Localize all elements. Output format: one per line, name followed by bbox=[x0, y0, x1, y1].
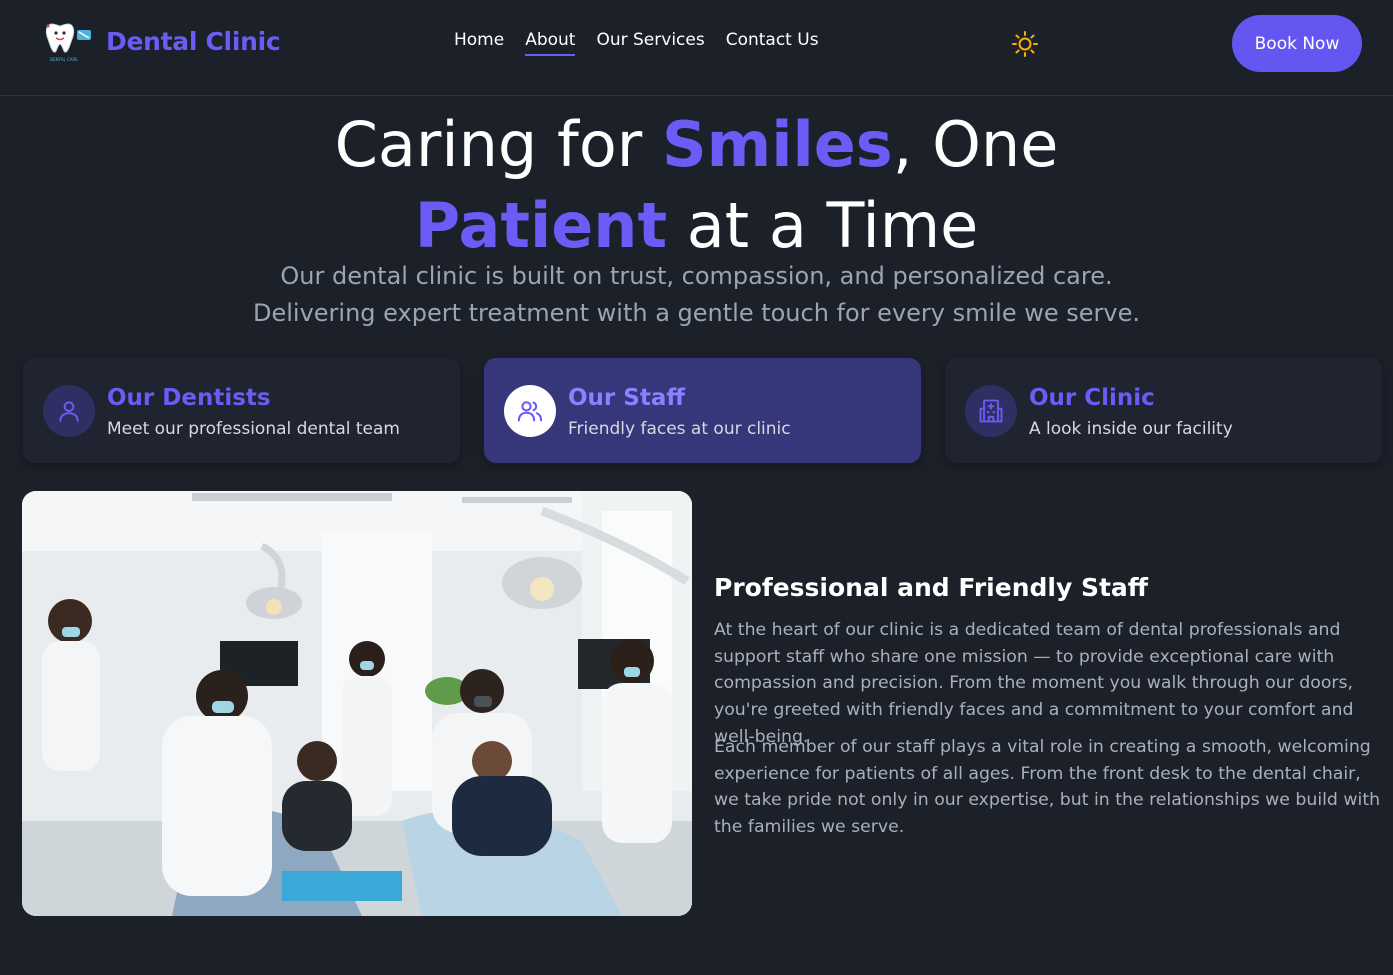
book-now-button[interactable]: Book Now bbox=[1232, 15, 1362, 72]
card-title: Our Clinic bbox=[1029, 385, 1155, 411]
card-our-dentists[interactable]: Our Dentists Meet our professional denta… bbox=[23, 358, 460, 463]
users-icon bbox=[504, 385, 556, 437]
card-desc: A look inside our facility bbox=[1029, 419, 1233, 439]
logo[interactable]: DENTAL CARE Dental Clinic bbox=[44, 20, 281, 62]
staff-photo bbox=[22, 491, 692, 916]
hero-highlight-patient: Patient bbox=[414, 189, 668, 262]
hero-title: Caring for Smiles, One Patient at a Time bbox=[334, 108, 1059, 262]
card-our-clinic[interactable]: Our Clinic A look inside our facility bbox=[945, 358, 1382, 463]
logo-small-text: DENTAL CARE bbox=[50, 57, 78, 62]
card-desc: Friendly faces at our clinic bbox=[568, 419, 791, 439]
hero-subtitle: Our dental clinic is built on trust, com… bbox=[253, 262, 1140, 327]
logo-text: Dental Clinic bbox=[106, 26, 281, 56]
hero-highlight-smiles: Smiles bbox=[661, 108, 893, 181]
section-title: Professional and Friendly Staff bbox=[714, 573, 1149, 602]
card-desc: Meet our professional dental team bbox=[107, 419, 400, 439]
card-title: Our Dentists bbox=[107, 385, 271, 411]
card-our-staff[interactable]: Our Staff Friendly faces at our clinic bbox=[484, 358, 921, 463]
nav-services[interactable]: Our Services bbox=[596, 30, 704, 56]
main-nav: Home About Our Services Contact Us bbox=[454, 30, 840, 56]
hospital-icon bbox=[965, 385, 1017, 437]
site-header: DENTAL CARE Dental Clinic Home About Our… bbox=[0, 0, 1393, 96]
nav-home[interactable]: Home bbox=[454, 30, 504, 56]
page: DENTAL CARE Dental Clinic Home About Our… bbox=[0, 0, 1393, 975]
nav-contact[interactable]: Contact Us bbox=[726, 30, 819, 56]
paragraph-1: At the heart of our clinic is a dedicate… bbox=[714, 620, 1354, 747]
user-icon bbox=[43, 385, 95, 437]
tooth-logo-icon: DENTAL CARE bbox=[45, 23, 91, 62]
card-title: Our Staff bbox=[568, 385, 685, 411]
nav-about[interactable]: About bbox=[525, 30, 576, 56]
paragraph-2: Each member of our staff plays a vital r… bbox=[714, 737, 1381, 838]
sun-icon[interactable] bbox=[1011, 30, 1039, 58]
